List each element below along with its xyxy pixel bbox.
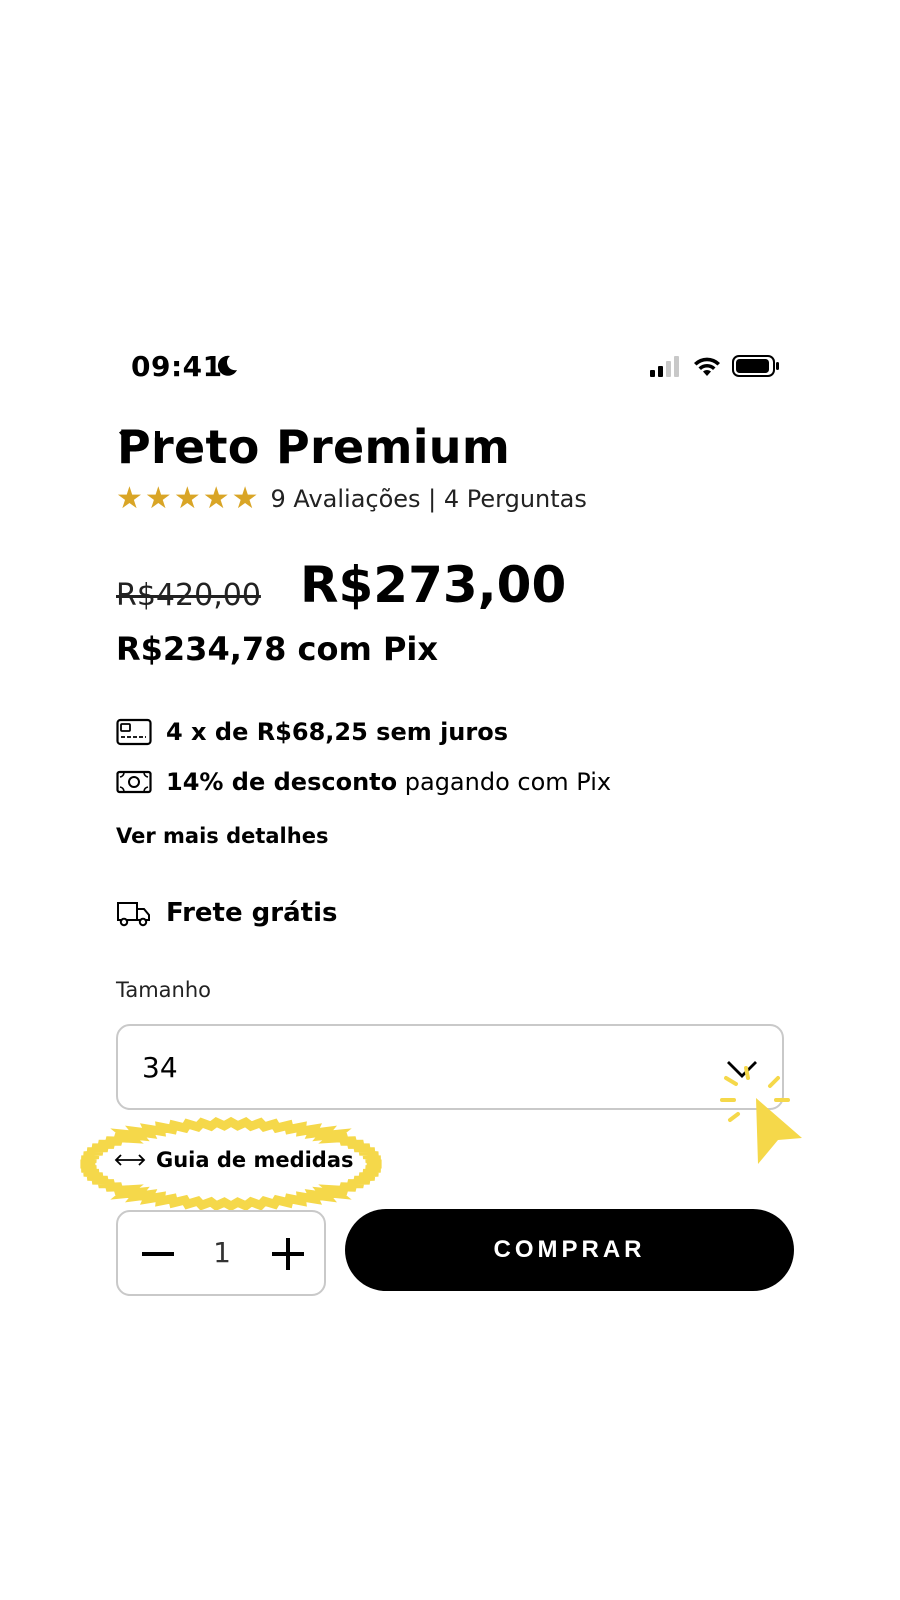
product-title: Preto Premium <box>117 420 511 474</box>
size-label: Tamanho <box>116 978 212 1002</box>
reviews-questions-text[interactable]: 9 Avaliações | 4 Perguntas <box>271 485 587 513</box>
buy-button[interactable]: COMPRAR <box>345 1209 794 1291</box>
star-icon: ★ <box>116 481 143 516</box>
status-indicators <box>650 352 780 380</box>
star-icon: ★ <box>173 481 201 516</box>
old-price: R$420,00 <box>116 578 261 613</box>
size-select[interactable]: 34 <box>116 1024 784 1110</box>
size-selected-value: 34 <box>142 1050 178 1084</box>
quantity-stepper[interactable]: 1 <box>116 1210 326 1296</box>
minus-icon[interactable] <box>138 1234 178 1274</box>
pix-discount-row: 14% de desconto pagando com Pix <box>116 768 611 796</box>
shipping-text: Frete grátis <box>166 898 338 928</box>
signal-icon <box>650 356 679 377</box>
product-rating[interactable]: ★ ★ ★ ★ ★ 9 Avaliações | 4 Perguntas <box>116 484 587 514</box>
quantity-value: 1 <box>213 1236 231 1269</box>
moon-icon <box>217 355 237 376</box>
star-icon: ★ <box>202 481 230 516</box>
size-guide-link[interactable]: Guia de medidas <box>70 1112 392 1216</box>
status-time: 09:41 <box>131 350 223 383</box>
more-details-link[interactable]: Ver mais detalhes <box>116 824 328 848</box>
installments-text: 4 x de R$68,25 sem juros <box>166 718 508 746</box>
current-price: R$273,00 <box>300 556 567 614</box>
credit-card-icon <box>116 718 152 746</box>
plus-icon[interactable] <box>268 1234 308 1274</box>
battery-icon <box>732 355 779 377</box>
rating-stars: ★ ★ ★ ★ ★ <box>116 484 259 514</box>
click-cursor-icon <box>720 1066 802 1164</box>
installments-row: 4 x de R$68,25 sem juros <box>116 718 508 746</box>
pix-price: R$234,78 com Pix <box>116 630 439 668</box>
star-icon: ★ <box>231 481 259 516</box>
truck-icon <box>117 902 150 927</box>
wifi-icon <box>694 357 720 376</box>
size-guide-label: Guia de medidas <box>156 1148 354 1172</box>
horizontal-arrows-icon <box>114 1154 146 1166</box>
cash-icon <box>116 770 152 794</box>
pix-discount-text: 14% de desconto pagando com Pix <box>166 768 612 796</box>
star-icon: ★ <box>144 481 172 516</box>
shipping-row: Frete grátis <box>116 898 337 928</box>
